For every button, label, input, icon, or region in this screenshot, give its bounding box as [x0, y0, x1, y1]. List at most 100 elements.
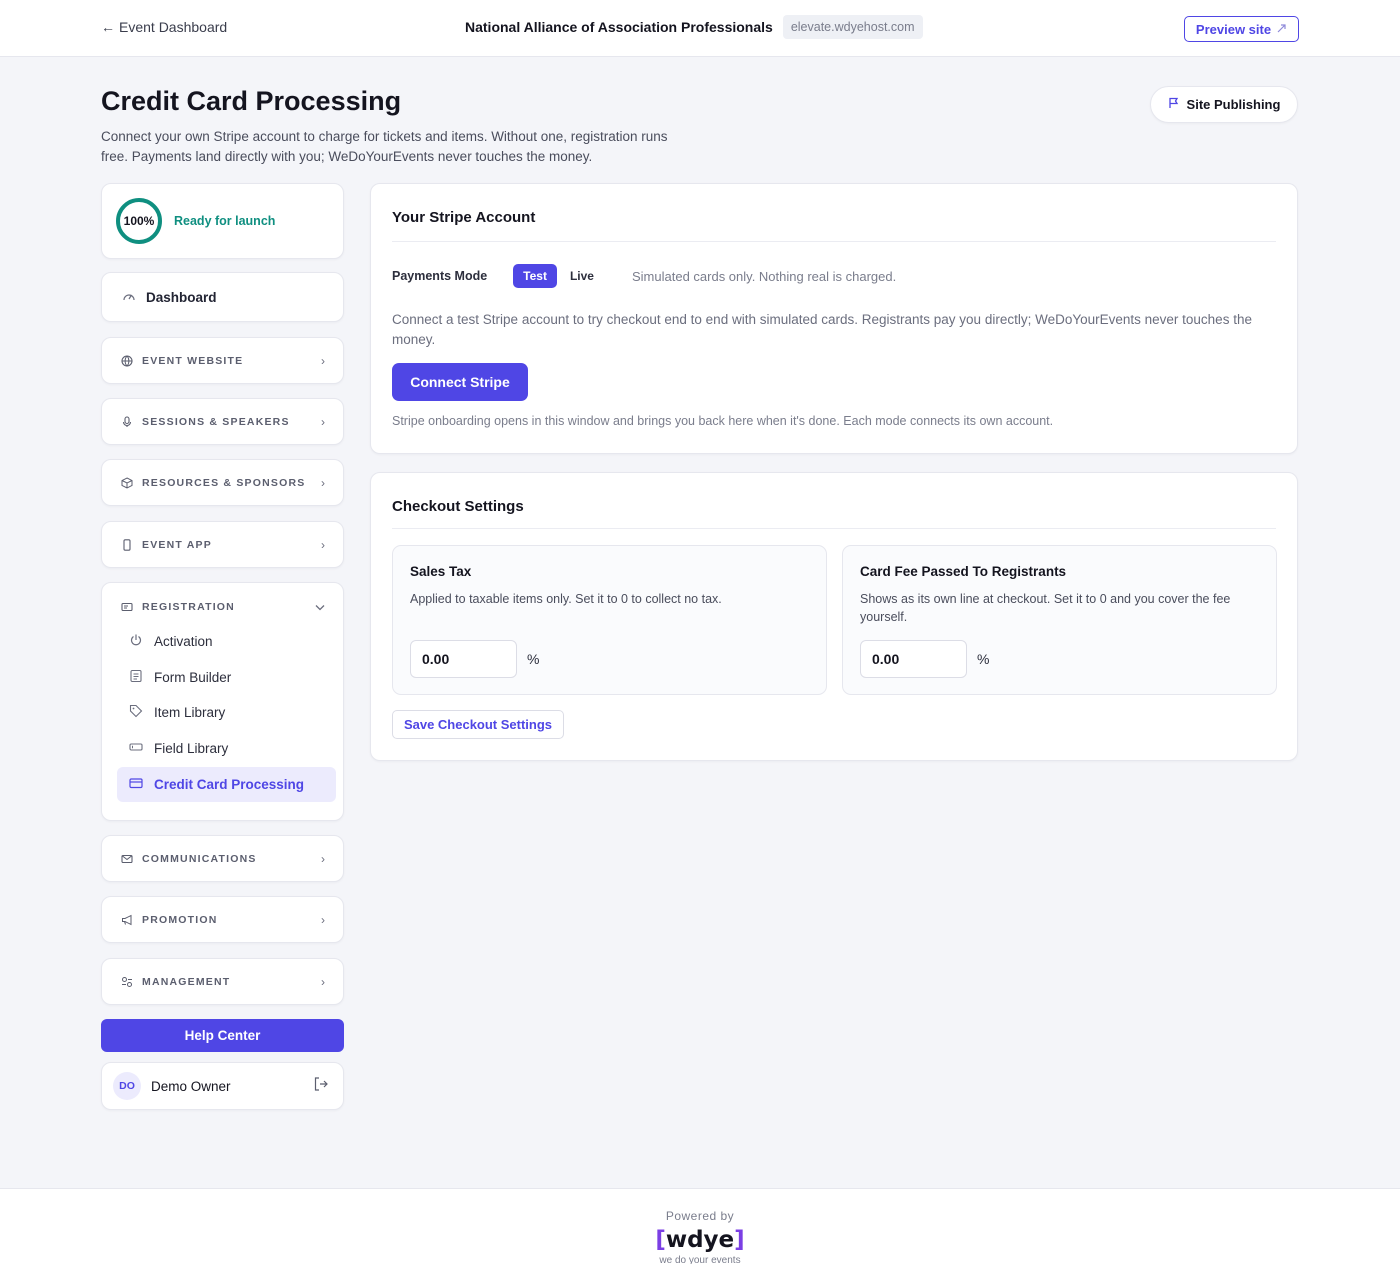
chevron-right-icon: ›: [321, 353, 325, 368]
logo-bracket-close: ]: [734, 1227, 745, 1253]
chevron-right-icon: ›: [321, 912, 325, 927]
sidebar-item-label: Credit Card Processing: [154, 777, 305, 792]
chevron-right-icon: ›: [321, 475, 325, 490]
back-to-dashboard-link[interactable]: ← Event Dashboard: [101, 19, 227, 35]
arrow-left-icon: ←: [101, 19, 115, 35]
sales-tax-panel: Sales Tax Applied to taxable items only.…: [392, 545, 827, 695]
field-icon: [129, 740, 143, 757]
domain-chip: elevate.wdyehost.com: [782, 15, 923, 39]
box-icon: [121, 476, 133, 489]
sidebar-item-label: Activation: [154, 634, 213, 649]
back-link-label: Event Dashboard: [119, 19, 228, 35]
sidebar-item-label: Field Library: [154, 741, 229, 756]
card-fee-input[interactable]: [860, 640, 967, 678]
logout-icon[interactable]: [313, 1076, 329, 1097]
sidebar-item-label: Dashboard: [146, 289, 217, 305]
chevron-right-icon: ›: [321, 537, 325, 552]
sales-tax-input[interactable]: [410, 640, 517, 678]
help-center-button[interactable]: Help Center: [101, 1019, 344, 1052]
sidebar-item-label: Form Builder: [154, 670, 232, 685]
mode-test-toggle[interactable]: Test: [513, 264, 557, 288]
sales-tax-unit: %: [527, 651, 540, 667]
sidebar-section-label: EVENT APP: [142, 538, 212, 551]
settings-icon: [121, 976, 133, 988]
divider: [392, 241, 1276, 242]
id-card-icon: [121, 601, 133, 613]
card-fee-unit: %: [977, 651, 990, 667]
stripe-card-title: Your Stripe Account: [392, 209, 536, 226]
sidebar-section-label: REGISTRATION: [142, 600, 235, 613]
org-name: National Alliance of Association Profess…: [465, 19, 773, 35]
progress-ring: 100%: [116, 198, 162, 244]
sidebar-item-label: Item Library: [154, 705, 226, 720]
payments-mode-row: Payments Mode Test Live Simulated cards …: [392, 264, 896, 288]
sidebar-section-event-app[interactable]: EVENT APP ›: [101, 521, 344, 568]
avatar: DO: [113, 1072, 141, 1100]
tag-icon: [129, 704, 143, 721]
sidebar-section-resources-sponsors[interactable]: RESOURCES & SPONSORS ›: [101, 459, 344, 506]
preview-site-button[interactable]: Preview site: [1184, 16, 1299, 42]
mode-note: Simulated cards only. Nothing real is ch…: [631, 268, 897, 284]
sidebar-section-label: EVENT WEBSITE: [142, 354, 244, 367]
stripe-account-card: Your Stripe Account Payments Mode Test L…: [370, 183, 1298, 454]
phone-icon: [121, 538, 133, 551]
form-icon: [129, 669, 143, 686]
divider: [392, 528, 1276, 529]
sidebar-section-event-website[interactable]: EVENT WEBSITE ›: [101, 337, 344, 384]
sales-tax-title: Sales Tax: [410, 564, 472, 579]
sidebar-item-item-library[interactable]: Item Library: [117, 695, 336, 730]
org-header: National Alliance of Association Profess…: [465, 15, 923, 39]
logo-bracket-open: [: [655, 1227, 666, 1253]
connect-stripe-button[interactable]: Connect Stripe: [392, 363, 528, 401]
card-fee-title: Card Fee Passed To Registrants: [860, 564, 1067, 579]
site-publishing-button[interactable]: Site Publishing: [1150, 86, 1298, 123]
chevron-right-icon: ›: [321, 414, 325, 429]
sidebar-section-label: MANAGEMENT: [142, 975, 231, 988]
sidebar-item-dashboard[interactable]: Dashboard: [101, 272, 344, 322]
site-publishing-label: Site Publishing: [1186, 97, 1281, 112]
user-card: DO Demo Owner: [101, 1062, 344, 1110]
logo-text: wdye: [665, 1227, 735, 1253]
sidebar-section-promotion[interactable]: PROMOTION ›: [101, 896, 344, 943]
sidebar-section-sessions-speakers[interactable]: SESSIONS & SPEAKERS ›: [101, 398, 344, 445]
card-fee-description: Shows as its own line at checkout. Set i…: [860, 592, 1231, 624]
checkout-card-title: Checkout Settings: [392, 498, 524, 515]
sidebar-section-management[interactable]: MANAGEMENT ›: [101, 958, 344, 1005]
connect-description: Connect a test Stripe account to try che…: [392, 312, 1252, 347]
user-name: Demo Owner: [151, 1078, 231, 1094]
logo-tagline: we do your events: [659, 1255, 741, 1264]
page-title: Credit Card Processing: [101, 86, 402, 116]
payments-mode-label: Payments Mode: [392, 269, 488, 283]
wdye-logo[interactable]: [wdye]: [0, 1227, 1400, 1253]
save-checkout-settings-button[interactable]: Save Checkout Settings: [392, 710, 564, 739]
registration-section-header[interactable]: REGISTRATION: [102, 583, 343, 630]
credit-card-icon: [129, 776, 143, 793]
chevron-right-icon: ›: [321, 851, 325, 866]
sidebar-section-registration: REGISTRATION Activation Form Builder Ite…: [101, 582, 344, 821]
mode-live-toggle[interactable]: Live: [557, 264, 607, 288]
sidebar-section-label: COMMUNICATIONS: [142, 852, 257, 865]
page-description: Connect your own Stripe account to charg…: [101, 129, 668, 164]
external-link-icon: [1276, 22, 1287, 37]
preview-site-label: Preview site: [1195, 21, 1272, 37]
sidebar-section-communications[interactable]: COMMUNICATIONS ›: [101, 835, 344, 882]
sales-tax-description: Applied to taxable items only. Set it to…: [410, 592, 722, 606]
launch-progress-card: 100% Ready for launch: [101, 183, 344, 259]
checkout-settings-card: Checkout Settings Sales Tax Applied to t…: [370, 472, 1298, 761]
sidebar-section-label: PROMOTION: [142, 913, 218, 926]
footer: Powered by [wdye] we do your events: [0, 1188, 1400, 1264]
megaphone-icon: [121, 914, 133, 926]
power-icon: [129, 633, 143, 650]
globe-icon: [121, 354, 133, 367]
sidebar-item-form-builder[interactable]: Form Builder: [117, 660, 336, 695]
microphone-icon: [121, 415, 133, 428]
connect-note: Stripe onboarding opens in this window a…: [392, 414, 1054, 428]
sidebar-section-label: RESOURCES & SPONSORS: [142, 476, 306, 489]
launch-status: Ready for launch: [174, 214, 276, 228]
sidebar-item-credit-card-processing[interactable]: Credit Card Processing: [117, 767, 336, 802]
sidebar-item-field-library[interactable]: Field Library: [117, 731, 336, 766]
card-fee-panel: Card Fee Passed To Registrants Shows as …: [842, 545, 1277, 695]
powered-by-text: Powered by: [665, 1209, 735, 1223]
sidebar-item-activation[interactable]: Activation: [117, 624, 336, 659]
chevron-right-icon: ›: [321, 974, 325, 989]
